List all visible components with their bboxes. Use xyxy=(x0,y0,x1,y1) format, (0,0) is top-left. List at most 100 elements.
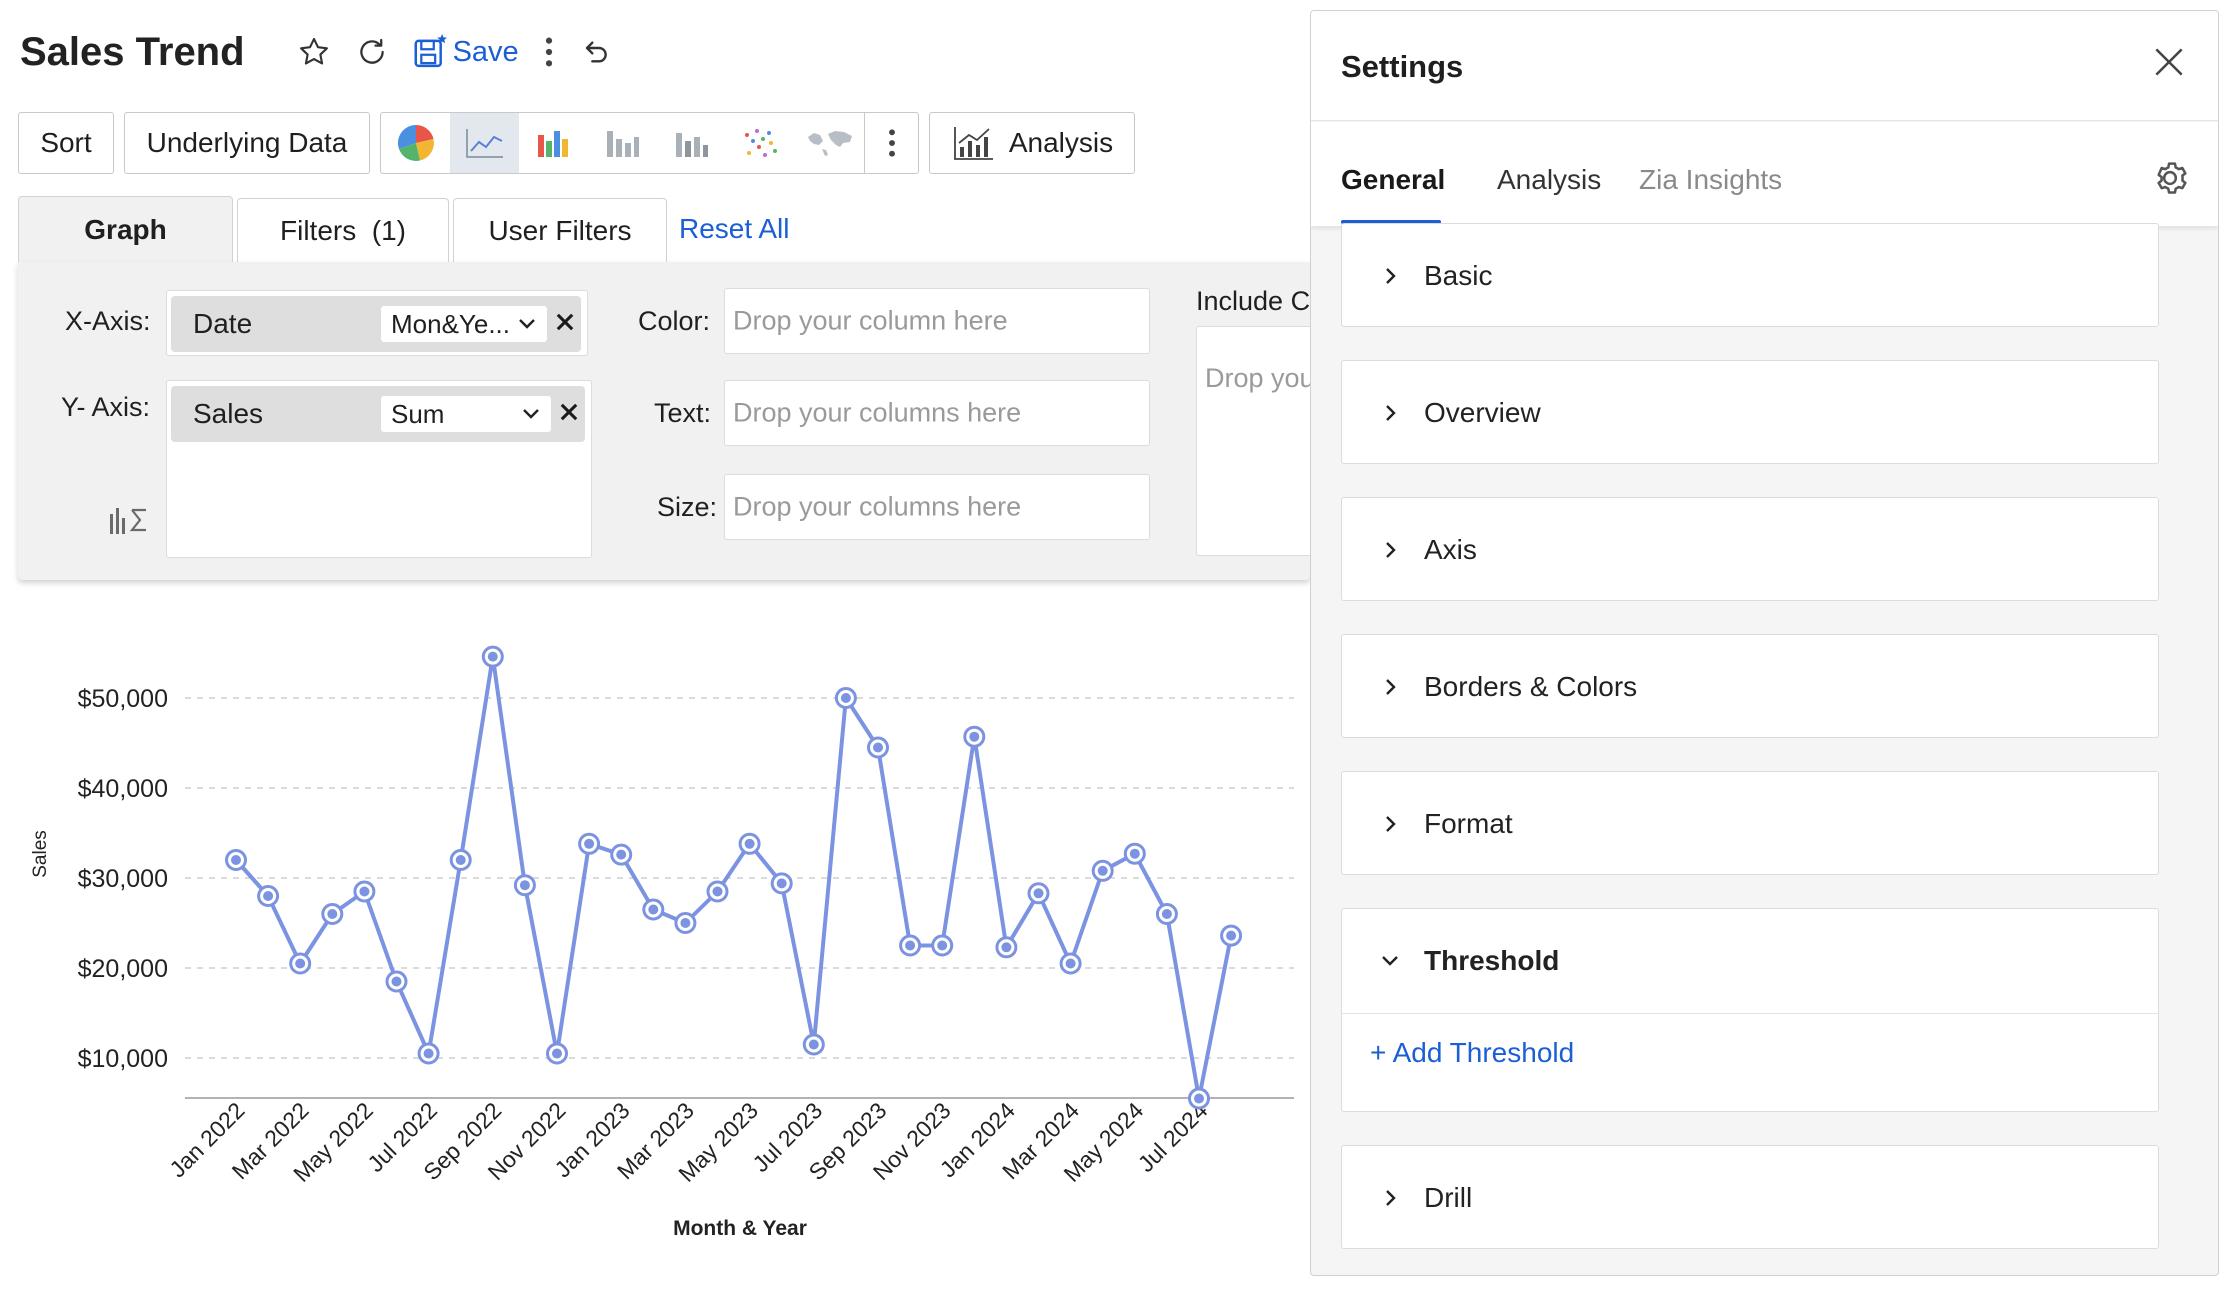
chevron-right-icon xyxy=(1380,403,1400,423)
x-axis-ticks: Jan 2022Mar 2022May 2022Jul 2022Sep 2022… xyxy=(164,1097,1212,1187)
y-axis-pill[interactable]: Sales Sum xyxy=(171,386,585,442)
line-chart-icon[interactable] xyxy=(450,113,519,173)
data-point[interactable] xyxy=(995,936,1018,959)
y-axis-aggregate-select[interactable]: Sum xyxy=(381,396,551,432)
text-label: Text: xyxy=(654,398,712,428)
text-drop-zone[interactable]: Drop your columns here xyxy=(724,380,1150,446)
add-threshold-link[interactable]: + Add Threshold xyxy=(1370,1037,1574,1069)
section-threshold-header[interactable]: Threshold xyxy=(1342,909,2158,1013)
section-borders-colors-label: Borders & Colors xyxy=(1424,671,1638,702)
gear-icon[interactable] xyxy=(2150,158,2190,198)
data-point[interactable] xyxy=(802,1033,825,1056)
data-point[interactable] xyxy=(481,645,504,668)
y-axis-ticks: $10,000 $20,000 $30,000 $40,000 $50,000 xyxy=(78,685,168,1073)
data-point[interactable] xyxy=(385,970,408,993)
section-drill-label: Drill xyxy=(1424,1182,1473,1213)
y-axis-label: Y- Axis: xyxy=(61,392,151,422)
tab-graph[interactable]: Graph xyxy=(18,196,233,262)
data-point[interactable] xyxy=(931,934,954,957)
y-axis-drop-zone[interactable]: Sales Sum xyxy=(166,380,592,558)
section-basic-header[interactable]: Basic xyxy=(1342,224,2158,328)
data-point[interactable] xyxy=(225,849,247,871)
color-drop-zone[interactable]: Drop your column here xyxy=(724,288,1150,354)
scatter-icon[interactable] xyxy=(726,113,795,173)
chevron-right-icon xyxy=(1380,1188,1400,1208)
tab-filters[interactable]: Filters (1) xyxy=(237,198,449,262)
refresh-icon[interactable] xyxy=(355,30,389,74)
include-drop-zone[interactable]: Drop you xyxy=(1196,326,1316,556)
tab-general[interactable]: General xyxy=(1341,164,1445,196)
data-point[interactable] xyxy=(899,934,922,957)
data-point[interactable] xyxy=(1123,842,1146,865)
chevron-right-icon xyxy=(1380,814,1400,834)
save-label: Save xyxy=(452,35,519,68)
data-point[interactable] xyxy=(642,898,665,921)
analysis-button[interactable]: Analysis xyxy=(929,112,1135,174)
analysis-chart-icon xyxy=(953,127,993,160)
page-title: Sales Trend xyxy=(20,29,245,74)
underlying-data-button[interactable]: Underlying Data xyxy=(124,112,370,174)
y-axis-field: Sales xyxy=(193,398,264,429)
remove-x-axis-icon[interactable] xyxy=(553,310,577,334)
data-point[interactable] xyxy=(1155,903,1178,925)
section-borders-colors-header[interactable]: Borders & Colors xyxy=(1342,635,2158,739)
color-placeholder: Drop your column here xyxy=(733,305,1008,336)
more-chart-types-icon[interactable] xyxy=(864,113,918,173)
undo-icon[interactable] xyxy=(579,30,611,74)
section-axis-label: Axis xyxy=(1424,534,1477,565)
tab-analysis[interactable]: Analysis xyxy=(1497,164,1601,196)
star-icon[interactable] xyxy=(297,30,331,74)
data-point[interactable] xyxy=(610,843,633,866)
data-point[interactable] xyxy=(1091,859,1114,882)
measure-aggregate-icon[interactable] xyxy=(108,504,152,536)
x-axis-drop-zone[interactable]: Date Mon&Ye... xyxy=(166,290,588,356)
save-icon xyxy=(414,34,447,68)
data-point[interactable] xyxy=(770,872,793,895)
section-format-header[interactable]: Format xyxy=(1342,772,2158,876)
pie-chart-icon[interactable] xyxy=(381,113,450,173)
sort-button[interactable]: Sort xyxy=(18,112,114,174)
data-point[interactable] xyxy=(289,952,312,975)
x-axis-pill[interactable]: Date Mon&Ye... xyxy=(171,296,581,352)
data-point[interactable] xyxy=(321,903,344,925)
chart-type-selector xyxy=(380,112,919,174)
data-point[interactable] xyxy=(546,1042,568,1065)
close-icon[interactable] xyxy=(2150,43,2188,81)
header-actions: Save xyxy=(297,30,611,74)
bar-chart-icon[interactable] xyxy=(519,113,588,173)
reset-all-link[interactable]: Reset All xyxy=(679,213,790,245)
x-axis-aggregate-select[interactable]: Mon&Ye... xyxy=(381,306,547,342)
combo-bar-icon[interactable] xyxy=(657,113,726,173)
data-point[interactable] xyxy=(1059,952,1082,975)
data-point[interactable] xyxy=(1027,882,1050,905)
save-button[interactable]: Save xyxy=(413,32,519,72)
tab-user-filters[interactable]: User Filters xyxy=(453,198,667,262)
settings-title: Settings xyxy=(1341,49,1464,84)
data-point[interactable] xyxy=(257,885,280,907)
data-point[interactable] xyxy=(867,736,889,759)
data-point[interactable] xyxy=(1188,1087,1210,1110)
section-axis-header[interactable]: Axis xyxy=(1342,498,2158,602)
y-tick-label: $20,000 xyxy=(78,955,168,983)
section-drill-header[interactable]: Drill xyxy=(1342,1146,2158,1250)
tab-zia-insights[interactable]: Zia Insights xyxy=(1639,164,1782,196)
section-overview-header[interactable]: Overview xyxy=(1342,361,2158,465)
data-point[interactable] xyxy=(513,874,536,897)
x-axis-aggregate-value: Mon&Ye... xyxy=(391,308,511,339)
stacked-bar-icon[interactable] xyxy=(588,113,657,173)
data-point[interactable] xyxy=(834,687,857,709)
data-point[interactable] xyxy=(417,1042,440,1065)
data-point[interactable] xyxy=(706,880,729,903)
size-drop-zone[interactable]: Drop your columns here xyxy=(724,474,1150,540)
data-point[interactable] xyxy=(674,912,697,934)
data-point[interactable] xyxy=(449,849,472,871)
remove-y-axis-icon[interactable] xyxy=(557,400,581,424)
more-vertical-icon[interactable] xyxy=(543,30,555,74)
settings-panel: Settings General Analysis Zia Insights B… xyxy=(1310,10,2219,1276)
data-point[interactable] xyxy=(578,832,601,855)
data-point[interactable] xyxy=(738,832,761,855)
map-icon[interactable] xyxy=(795,113,864,173)
data-point[interactable] xyxy=(353,880,376,903)
data-point[interactable] xyxy=(1220,924,1243,947)
data-point[interactable] xyxy=(963,725,986,748)
